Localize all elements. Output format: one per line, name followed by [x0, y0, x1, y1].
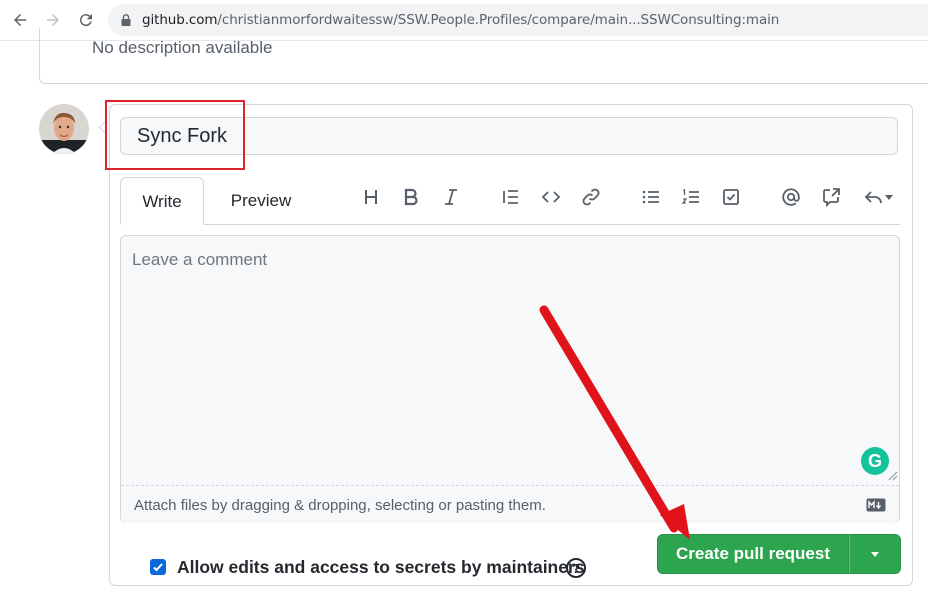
reference-icon[interactable]: [818, 184, 844, 210]
task-list-icon[interactable]: [718, 184, 744, 210]
chevron-down-icon: [871, 552, 879, 557]
grammarly-icon[interactable]: G: [861, 447, 889, 475]
create-pr-dropdown-button[interactable]: [849, 534, 901, 574]
bold-icon[interactable]: [398, 184, 424, 210]
repo-description: No description available: [92, 38, 273, 57]
avatar[interactable]: [39, 104, 89, 154]
unordered-list-icon[interactable]: [638, 184, 664, 210]
italic-icon[interactable]: [438, 184, 464, 210]
markdown-icon[interactable]: [866, 498, 886, 512]
ordered-list-icon[interactable]: [678, 184, 704, 210]
back-icon[interactable]: [8, 8, 32, 32]
reply-icon[interactable]: [860, 184, 898, 210]
help-icon[interactable]: ?: [566, 558, 586, 578]
chevron-down-icon: [885, 195, 893, 200]
allow-edits-checkbox[interactable]: [150, 559, 166, 575]
comment-placeholder: Leave a comment: [132, 250, 268, 269]
mention-icon[interactable]: [778, 184, 804, 210]
code-icon[interactable]: [538, 184, 564, 210]
annotation-highlight-box: [105, 100, 245, 170]
attach-files-hint: Attach files by dragging & dropping, sel…: [134, 497, 546, 514]
url-text: github.com/christianmorfordwaitessw/SSW.…: [142, 12, 779, 28]
tab-write[interactable]: Write: [120, 177, 204, 225]
allow-edits-label[interactable]: Allow edits and access to secrets by mai…: [177, 557, 585, 578]
create-pull-request-button[interactable]: Create pull request: [657, 534, 849, 574]
resize-handle-icon[interactable]: [888, 471, 898, 481]
heading-icon[interactable]: [358, 184, 384, 210]
repo-description-box: No description available: [39, 28, 928, 84]
link-icon[interactable]: [578, 184, 604, 210]
tab-preview[interactable]: Preview: [214, 177, 308, 225]
url-path: /christianmorfordwaitessw/SSW.People.Pro…: [217, 12, 780, 28]
lock-icon: [121, 14, 131, 26]
comment-textarea[interactable]: [120, 235, 900, 523]
quote-icon[interactable]: [498, 184, 524, 210]
url-host: github.com: [142, 12, 218, 28]
checkmark-icon: [153, 563, 163, 572]
